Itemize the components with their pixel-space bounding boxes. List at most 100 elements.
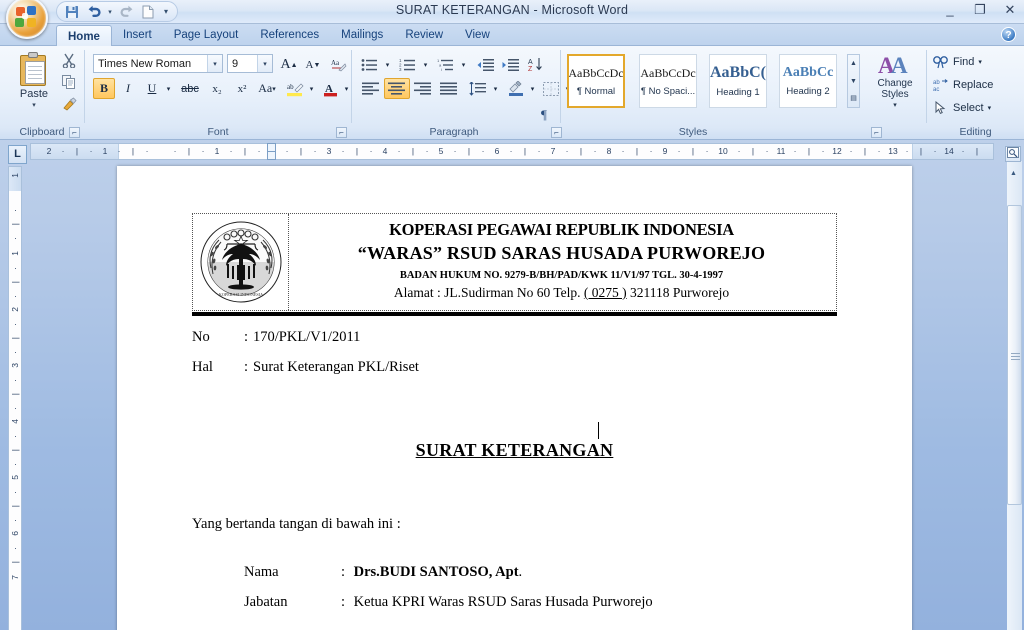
multilevel-chevron-down-icon[interactable]: ▾ [458,54,469,75]
styles-dialog-launcher[interactable]: ⌐ [871,127,882,138]
style-no-spacing[interactable]: AaBbCcDc ¶ No Spaci... [639,54,697,108]
paste-button[interactable]: Paste ▾ [8,50,60,120]
detail-value: Drs.BUDI SANTOSO, Apt [353,564,519,580]
font-color-icon[interactable]: A [319,78,343,99]
change-case-button[interactable]: Aa ▾ [255,78,279,99]
font-dialog-launcher[interactable]: ⌐ [336,127,347,138]
select-button[interactable]: Select ▾ [933,98,991,118]
hanging-indent-marker[interactable] [267,151,276,160]
vertical-scrollbar[interactable] [1007,161,1022,630]
tab-view[interactable]: View [454,24,501,46]
group-label-styles: Styles [678,126,708,138]
numbering-chevron-down-icon[interactable]: ▾ [420,54,431,75]
tab-stop-selector[interactable]: L [8,145,27,164]
find-button[interactable]: Find ▾ [933,52,982,72]
scrollbar-thumb[interactable] [1007,205,1022,505]
align-right-icon[interactable] [410,78,436,99]
window-title: SURAT KETERANGAN - Microsoft Word [395,3,629,17]
underline-button[interactable]: U [141,78,163,99]
bold-button[interactable]: B [93,78,115,99]
styles-scroll-down-icon[interactable]: ▼ [850,73,857,90]
maximize-button[interactable]: ❐ [972,3,988,17]
align-center-icon[interactable] [384,78,410,99]
subscript-button[interactable]: x₂ [205,78,229,99]
document-canvas[interactable]: KOPERASI INDONESIA KOPERASI PEGAWAI REPU… [30,161,994,630]
superscript-button[interactable]: x² [230,78,254,99]
horizontal-ruler[interactable]: 2 ·|· 1 ·|· ·|· 1 ·|· 2 ·|· 3 ·|· 4 ·|· … [30,143,994,160]
svg-text:KOPERASI INDONESIA: KOPERASI INDONESIA [218,292,262,297]
tab-references[interactable]: References [249,24,330,46]
clear-formatting-icon[interactable]: Aa [326,54,350,75]
shrink-font-icon[interactable]: A ▼ [301,54,325,75]
style-heading-2[interactable]: AaBbCc Heading 2 [779,54,837,108]
line-spacing-icon[interactable] [466,78,490,99]
italic-button[interactable]: I [117,78,139,99]
tab-page-layout[interactable]: Page Layout [163,24,250,46]
svg-text:A: A [528,59,533,66]
font-name-combo[interactable]: Times New Roman ▾ [93,54,223,73]
paste-label: Paste [19,88,49,100]
styles-more-icon[interactable]: ▤ [850,90,857,107]
align-left-icon[interactable] [358,78,384,99]
font-size-combo[interactable]: 9 ▾ [227,54,273,73]
phone-area-code: ( 0275 ) [583,285,627,300]
shading-icon[interactable] [504,78,528,99]
clipboard-dialog-launcher[interactable]: ⌐ [69,127,80,138]
grow-font-icon[interactable]: A ▲ [277,54,301,75]
bullets-chevron-down-icon[interactable]: ▾ [382,54,393,75]
document-page[interactable]: KOPERASI INDONESIA KOPERASI PEGAWAI REPU… [117,166,912,630]
change-styles-button[interactable]: A A Change Styles ▾ [869,52,921,118]
style-normal[interactable]: AaBbCcDc ¶ Normal [567,54,625,108]
vertical-ruler[interactable]: 1 · | · 1 · | · 2 · | · 3 · | · 4 · | · 5 · | · 6 · |… [8,166,22,630]
justify-icon[interactable] [436,78,462,99]
styles-gallery-scroll[interactable]: ▲ ▼ ▤ [847,54,860,108]
minimize-button[interactable]: _ [942,3,958,17]
shading-chevron-down-icon[interactable]: ▾ [527,78,538,99]
letterhead-line-2: “WARAS” RSUD SARAS HUSADA PURWOREJO [357,243,766,263]
tab-insert[interactable]: Insert [112,24,163,46]
intro-paragraph: Yang bertanda tangan di bawah ini : [192,516,401,532]
bullets-icon[interactable] [358,54,382,75]
numbering-icon[interactable]: 1 2 3 [396,54,420,75]
multilevel-list-icon[interactable]: 1 a i [434,54,458,75]
letterhead-line-4: Alamat : JL.Sudirman No 60 Telp. ( 0275 … [291,284,832,301]
style-sample: AaBbCc [782,65,834,80]
sort-icon[interactable]: A Z [525,54,547,75]
document-content[interactable]: KOPERASI INDONESIA KOPERASI PEGAWAI REPU… [192,213,837,630]
svg-text:Aa: Aa [331,59,340,67]
ribbon: Paste ▾ Clipboard ⌐ Times New Roman ▾ 9 … [0,46,1024,140]
strikethrough-button[interactable]: abc [177,78,203,99]
tab-mailings[interactable]: Mailings [330,24,394,46]
borders-icon[interactable] [540,78,562,99]
detail-value: Ketua KPRI Waras RSUD Saras Husada Purwo… [353,594,653,610]
font-name-chevron-down-icon[interactable]: ▾ [207,55,222,72]
select-browse-object-icon[interactable] [1005,146,1021,162]
style-heading-1[interactable]: AaBbC( Heading 1 [709,54,767,108]
underline-chevron-down-icon[interactable]: ▾ [163,78,174,99]
text-highlight-icon[interactable]: ab [283,78,307,99]
letterhead-divider [192,312,837,316]
show-formatting-marks-icon[interactable]: ¶ [533,104,555,125]
group-styles: AaBbCcDc ¶ Normal AaBbCcDc ¶ No Spaci...… [561,46,913,140]
find-caret-icon: ▾ [978,59,982,66]
style-sample: AaBbCcDc [640,65,696,80]
copy-icon[interactable] [58,72,80,92]
field-label: Hal [192,359,213,375]
tab-home[interactable]: Home [56,25,112,46]
scroll-up-icon[interactable]: ▲ [1006,166,1021,181]
font-size-chevron-down-icon[interactable]: ▾ [257,55,272,72]
cut-icon[interactable] [58,50,80,70]
change-styles-label: Change Styles [877,78,913,100]
styles-scroll-up-icon[interactable]: ▲ [850,55,857,72]
format-painter-icon[interactable] [58,94,80,114]
close-button[interactable]: ✕ [1002,3,1018,17]
tab-review[interactable]: Review [394,24,454,46]
highlight-chevron-down-icon[interactable]: ▾ [306,78,317,99]
paste-icon [18,52,50,88]
replace-button[interactable]: ab ac Replace [933,75,993,95]
decrease-indent-icon[interactable] [474,54,498,75]
line-spacing-chevron-down-icon[interactable]: ▾ [490,78,501,99]
increase-indent-icon[interactable] [499,54,523,75]
help-icon[interactable]: ? [1001,27,1016,42]
detail-label: Jabatan [244,594,288,610]
